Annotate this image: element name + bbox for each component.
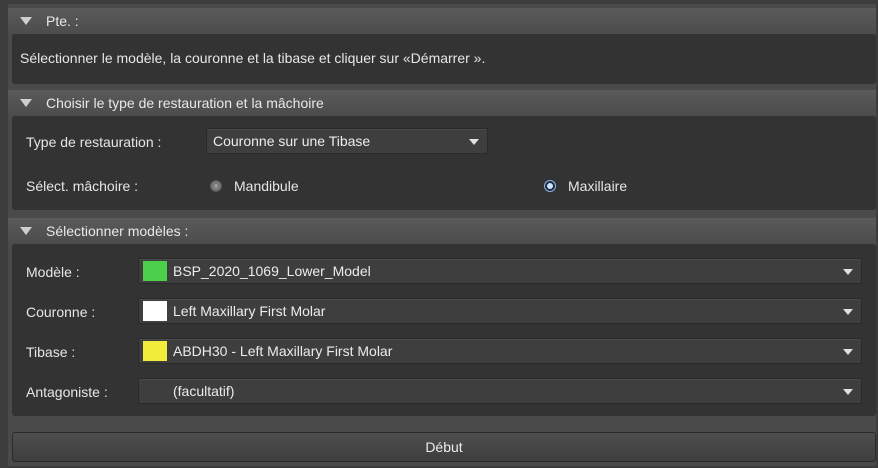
radio-selected-icon[interactable] (544, 180, 556, 192)
chevron-down-icon (469, 139, 479, 145)
section-header-models[interactable]: Sélectionner modèles : (8, 218, 876, 244)
antagonist-dropdown[interactable]: (facultatif) (138, 378, 862, 404)
restoration-wizard-panel: Pte. : Sélectionner le modèle, la couron… (8, 4, 876, 466)
crown-color-swatch (143, 301, 167, 321)
model-color-swatch (143, 261, 167, 281)
section-header-pte[interactable]: Pte. : (8, 8, 876, 34)
crown-dropdown[interactable]: Left Maxillary First Molar (138, 298, 862, 324)
radio-mandibule[interactable]: Mandibule (210, 178, 299, 194)
chevron-down-icon (843, 309, 853, 315)
radio-unselected-icon[interactable] (210, 180, 222, 192)
instructions-panel: Sélectionner le modèle, la couronne et l… (12, 34, 876, 84)
restoration-type-label: Type de restauration : (26, 134, 162, 150)
crown-label: Couronne : (26, 304, 96, 320)
section-title-restoration: Choisir le type de restauration et la mâ… (46, 95, 324, 111)
tibase-label: Tibase : (26, 344, 76, 360)
restoration-panel: Type de restauration : Couronne sur une … (12, 116, 876, 210)
start-button-label: Début (425, 439, 463, 455)
chevron-down-icon (843, 389, 853, 395)
tibase-value: ABDH30 - Left Maxillary First Molar (173, 343, 393, 359)
jaw-select-label: Sélect. mâchoire : (26, 178, 139, 194)
radio-label-maxillaire: Maxillaire (568, 178, 628, 194)
model-value: BSP_2020_1069_Lower_Model (173, 263, 371, 279)
chevron-down-icon (843, 269, 853, 275)
restoration-type-dropdown[interactable]: Couronne sur une Tibase (206, 128, 488, 154)
section-title-models: Sélectionner modèles : (46, 223, 189, 239)
model-label: Modèle : (26, 264, 80, 280)
tibase-color-swatch (143, 341, 167, 361)
start-button[interactable]: Début (12, 432, 876, 462)
instruction-text: Sélectionner le modèle, la couronne et l… (20, 50, 486, 66)
crown-value: Left Maxillary First Molar (173, 303, 326, 319)
models-panel: Modèle : BSP_2020_1069_Lower_Model Couro… (12, 244, 876, 416)
radio-label-mandibule: Mandibule (234, 178, 299, 194)
collapse-triangle-icon[interactable] (20, 227, 32, 235)
section-title-pte: Pte. : (46, 13, 79, 29)
radio-maxillaire[interactable]: Maxillaire (544, 178, 627, 194)
collapse-triangle-icon[interactable] (20, 99, 32, 107)
model-dropdown[interactable]: BSP_2020_1069_Lower_Model (138, 258, 862, 284)
antagonist-value: (facultatif) (173, 383, 235, 399)
section-header-restoration[interactable]: Choisir le type de restauration et la mâ… (8, 90, 876, 116)
antagonist-label: Antagoniste : (26, 384, 108, 400)
chevron-down-icon (843, 349, 853, 355)
collapse-triangle-icon[interactable] (20, 17, 32, 25)
tibase-dropdown[interactable]: ABDH30 - Left Maxillary First Molar (138, 338, 862, 364)
restoration-type-value: Couronne sur une Tibase (213, 133, 371, 149)
